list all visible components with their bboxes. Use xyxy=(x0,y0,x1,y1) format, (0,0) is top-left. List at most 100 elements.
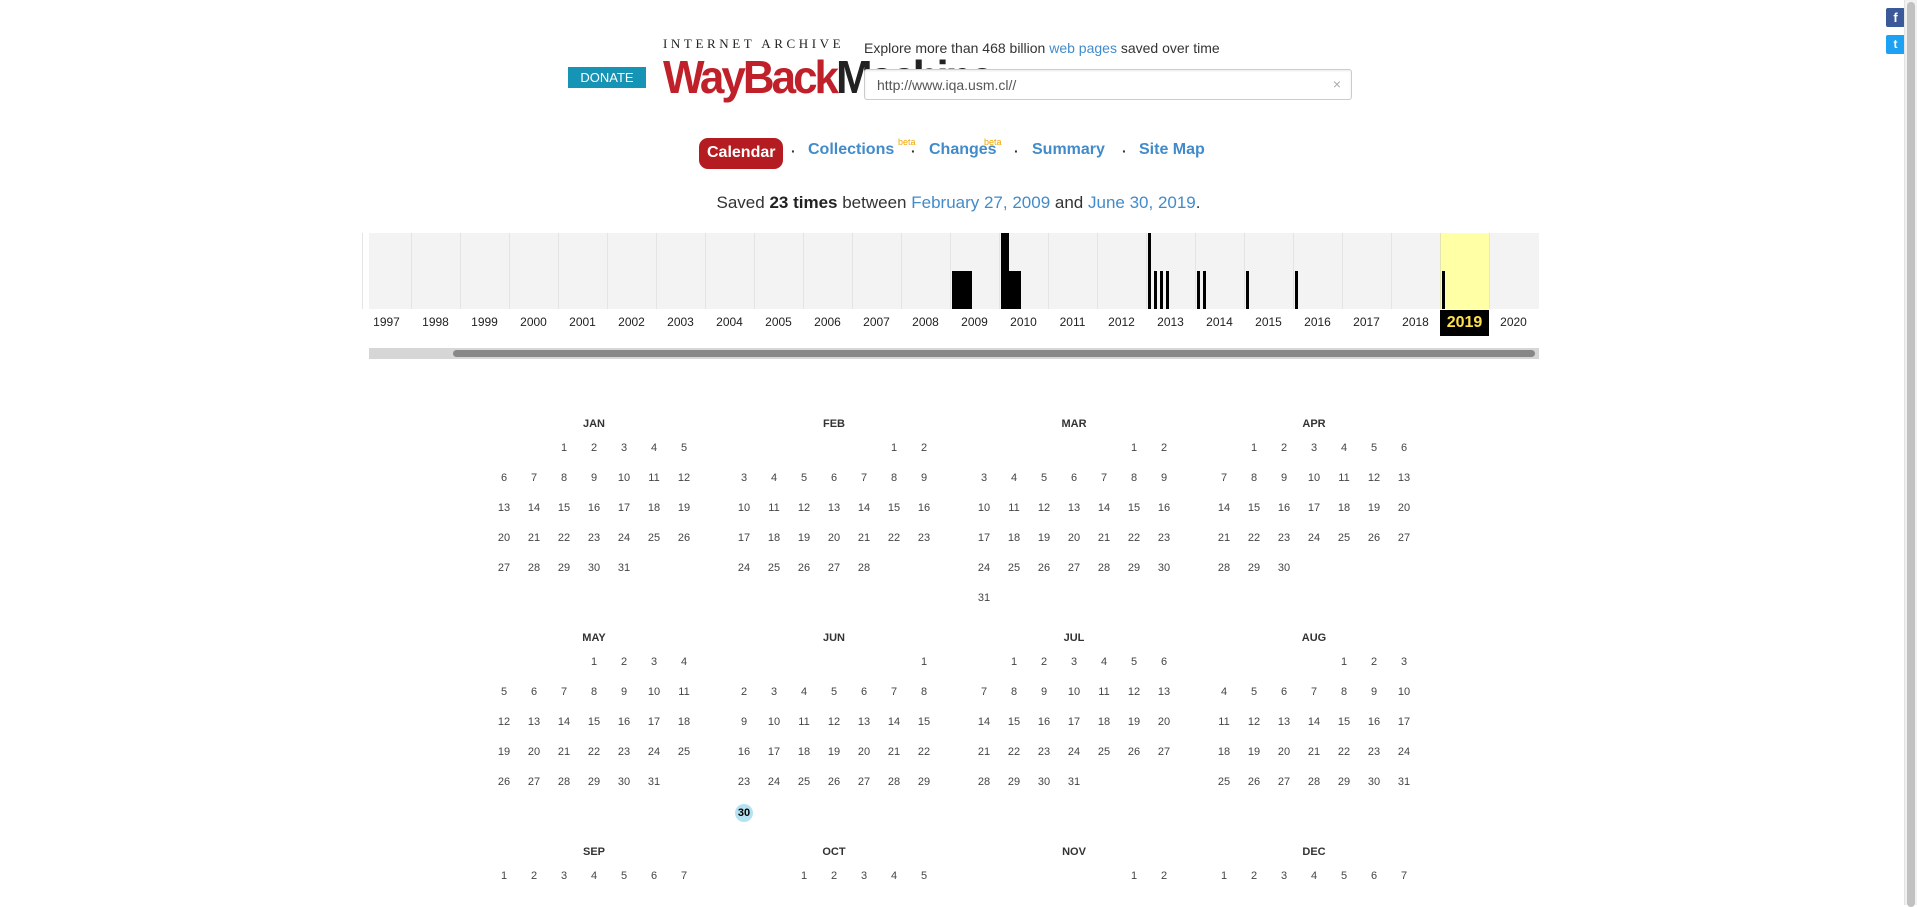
calendar-day: 19 xyxy=(797,532,811,544)
calendar-day: 29 xyxy=(557,562,571,574)
logo-wayback-machine: WayBackMachine xyxy=(663,51,994,104)
facebook-icon[interactable]: f xyxy=(1886,8,1905,27)
timeline-year-1999[interactable] xyxy=(460,233,509,309)
timeline-year-2018[interactable] xyxy=(1391,233,1440,309)
timeline-year-label[interactable]: 2007 xyxy=(852,310,901,334)
timeline-year-2011[interactable] xyxy=(1048,233,1097,309)
calendar-day: 25 xyxy=(1007,562,1021,574)
calendar-day: 21 xyxy=(1097,532,1111,544)
url-input[interactable] xyxy=(865,70,1317,99)
timeline-year-label[interactable]: 2010 xyxy=(999,310,1048,334)
calendar-day: 21 xyxy=(857,532,871,544)
calendar-day: 11 xyxy=(648,472,660,484)
tab-summary[interactable]: Summary xyxy=(1032,141,1105,159)
calendar-day: 30 xyxy=(617,776,631,788)
timeline-year-label[interactable]: 2000 xyxy=(509,310,558,334)
timeline-year-2005[interactable] xyxy=(754,233,803,309)
calendar-day: 13 xyxy=(857,716,871,728)
calendar-day: 30 xyxy=(1037,776,1051,788)
calendar-day: 5 xyxy=(920,870,928,882)
calendar-day: 7 xyxy=(1400,870,1408,882)
calendar-day: 22 xyxy=(1007,746,1021,758)
donate-button[interactable]: DONATE xyxy=(568,67,646,88)
calendar-day: 26 xyxy=(497,776,511,788)
tab-navigation: Calendar · Collections beta · Changes beta… xyxy=(0,137,1917,170)
calendar-day: 21 xyxy=(557,746,571,758)
timeline-scrollbar[interactable] xyxy=(369,348,1539,359)
capture-day[interactable]: 30 xyxy=(735,804,753,822)
timeline-year-label[interactable]: 1997 xyxy=(362,310,411,334)
calendar-day: 1 xyxy=(1250,442,1258,454)
calendar-day: 28 xyxy=(1097,562,1111,574)
web-pages-link[interactable]: web pages xyxy=(1049,40,1117,56)
timeline-year-label[interactable]: 2013 xyxy=(1146,310,1195,334)
timeline-year-label[interactable]: 2018 xyxy=(1391,310,1440,334)
timeline-year-label[interactable]: 1998 xyxy=(411,310,460,334)
timeline-year-label[interactable]: 2011 xyxy=(1048,310,1097,334)
timeline-year-2008[interactable] xyxy=(901,233,950,309)
year-timeline[interactable]: 1997 1998 1999 2000 2001 2002 2003 2004 2005 2006… xyxy=(362,233,1539,363)
timeline-year-label[interactable]: 2020 xyxy=(1489,310,1538,334)
timeline-year-label[interactable]: 2017 xyxy=(1342,310,1391,334)
timeline-year-1998[interactable] xyxy=(411,233,460,309)
clear-icon[interactable]: × xyxy=(1333,76,1341,92)
calendar-day: 5 xyxy=(1250,686,1258,698)
timeline-year-2020[interactable] xyxy=(1489,233,1538,309)
tab-changes[interactable]: Changes beta xyxy=(929,137,1002,159)
calendar-day: 5 xyxy=(1370,442,1378,454)
timeline-scroll-thumb[interactable] xyxy=(453,350,1535,357)
calendar-day: 20 xyxy=(1397,502,1411,514)
timeline-year-label[interactable]: 2003 xyxy=(656,310,705,334)
timeline-year-2019[interactable] xyxy=(1440,233,1489,309)
tab-site-map[interactable]: Site Map xyxy=(1139,141,1205,159)
timeline-year-2016[interactable] xyxy=(1293,233,1342,309)
last-capture-link[interactable]: June 30, 2019 xyxy=(1088,193,1196,212)
tab-collections[interactable]: Collections beta xyxy=(808,137,916,159)
timeline-year-label[interactable]: 2005 xyxy=(754,310,803,334)
timeline-year-2012[interactable] xyxy=(1097,233,1146,309)
tab-calendar[interactable]: Calendar xyxy=(699,138,784,169)
page-scrollbar[interactable] xyxy=(1904,0,1917,907)
timeline-year-label[interactable]: 2016 xyxy=(1293,310,1342,334)
calendar-day: 23 xyxy=(1157,532,1171,544)
timeline-year-2003[interactable] xyxy=(656,233,705,309)
timeline-year-2015[interactable] xyxy=(1244,233,1293,309)
timeline-year-label[interactable]: 1999 xyxy=(460,310,509,334)
timeline-year-label[interactable]: 2014 xyxy=(1195,310,1244,334)
timeline-year-label[interactable]: 2006 xyxy=(803,310,852,334)
wayback-logo[interactable]: INTERNET ARCHIVE WayBackMachine xyxy=(663,36,994,106)
timeline-sparkline[interactable] xyxy=(362,233,1539,309)
calendar-day: 4 xyxy=(590,870,598,882)
timeline-year-2001[interactable] xyxy=(558,233,607,309)
timeline-year-label[interactable]: 2004 xyxy=(705,310,754,334)
month-name: DEC xyxy=(1302,846,1326,858)
calendar-day: 2 xyxy=(1280,442,1288,454)
timeline-year-label[interactable]: 2001 xyxy=(558,310,607,334)
calendar-day: 4 xyxy=(800,686,808,698)
calendar-day: 9 xyxy=(590,472,598,484)
calendar-day: 28 xyxy=(1217,562,1231,574)
timeline-year-2002[interactable] xyxy=(607,233,656,309)
month-name: MAY xyxy=(582,632,606,644)
nav-separator: · xyxy=(791,143,796,159)
timeline-year-2017[interactable] xyxy=(1342,233,1391,309)
calendar-day: 2 xyxy=(1370,656,1378,668)
first-capture-link[interactable]: February 27, 2009 xyxy=(911,193,1050,212)
timeline-capture-bar xyxy=(1154,271,1157,309)
calendar-day: 13 xyxy=(827,502,841,514)
timeline-year-label[interactable]: 2015 xyxy=(1244,310,1293,334)
twitter-icon[interactable]: t xyxy=(1886,35,1905,54)
calendar-day: 4 xyxy=(1340,442,1348,454)
timeline-year-label[interactable]: 2019 xyxy=(1440,310,1489,336)
timeline-year-label[interactable]: 2009 xyxy=(950,310,999,334)
timeline-year-2007[interactable] xyxy=(852,233,901,309)
timeline-year-2000[interactable] xyxy=(509,233,558,309)
timeline-year-label[interactable]: 2008 xyxy=(901,310,950,334)
timeline-year-1997[interactable] xyxy=(362,233,411,309)
calendar-day: 16 xyxy=(917,502,931,514)
calendar-day: 21 xyxy=(1217,532,1231,544)
timeline-year-label[interactable]: 2012 xyxy=(1097,310,1146,334)
timeline-year-2004[interactable] xyxy=(705,233,754,309)
timeline-year-2006[interactable] xyxy=(803,233,852,309)
timeline-year-label[interactable]: 2002 xyxy=(607,310,656,334)
